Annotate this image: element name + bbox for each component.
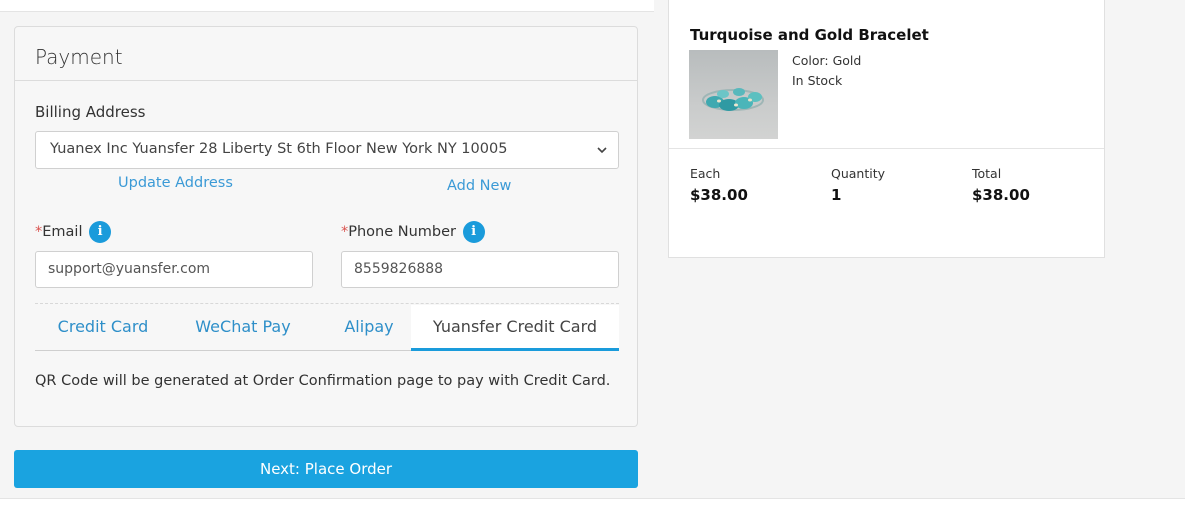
quantity-label: Quantity — [831, 166, 886, 181]
info-icon[interactable]: i — [89, 221, 112, 243]
update-address-link[interactable]: Update Address — [118, 175, 233, 191]
phone-field[interactable]: 8559826888 — [341, 251, 619, 288]
phone-label-text: Phone Number — [348, 224, 457, 240]
billing-address-select[interactable]: Yuanex Inc Yuansfer 28 Liberty St 6th Fl… — [35, 131, 619, 169]
product-name[interactable]: Turquoise and Gold Bracelet — [690, 26, 929, 44]
info-icon[interactable]: i — [462, 221, 485, 243]
product-image[interactable] — [689, 50, 778, 139]
quantity-value: 1 — [831, 186, 842, 204]
payment-card: Payment Billing Address Yuanex Inc Yuans… — [14, 26, 638, 427]
email-label: *Email i — [35, 221, 112, 243]
total-label: Total — [972, 166, 1002, 181]
order-summary-card: Turquoise and Gold Bracelet Color: Gold … — [668, 0, 1105, 258]
email-field[interactable]: support@yuansfer.com — [35, 251, 313, 288]
qr-code-note: QR Code will be generated at Order Confi… — [35, 373, 611, 389]
section-divider — [35, 303, 619, 304]
tab-alipay[interactable]: Alipay — [321, 305, 417, 351]
tab-yuansfer-credit-card[interactable]: Yuansfer Credit Card — [411, 305, 619, 351]
billing-address-value: Yuanex Inc Yuansfer 28 Liberty St 6th Fl… — [50, 141, 508, 157]
order-divider — [669, 148, 1104, 149]
payment-title: Payment — [35, 45, 123, 69]
bracelet-image — [702, 88, 764, 111]
phone-value: 8559826888 — [354, 261, 444, 277]
each-value: $38.00 — [690, 186, 748, 204]
phone-label: *Phone Number i — [341, 221, 485, 243]
add-new-address-link[interactable]: Add New — [447, 178, 511, 194]
tab-wechat-pay[interactable]: WeChat Pay — [185, 305, 301, 351]
next-place-order-button[interactable]: Next: Place Order — [14, 450, 638, 488]
each-label: Each — [690, 166, 721, 181]
chevron-down-icon — [597, 147, 607, 154]
email-value: support@yuansfer.com — [48, 261, 211, 277]
billing-address-label: Billing Address — [35, 103, 146, 121]
bottom-strip — [0, 498, 1185, 507]
payment-method-tabs: Credit Card WeChat Pay Alipay Yuansfer C… — [35, 305, 619, 351]
email-label-text: Email — [42, 224, 83, 240]
total-value: $38.00 — [972, 186, 1030, 204]
stock-status: In Stock — [792, 73, 843, 88]
product-color: Color: Gold — [792, 53, 862, 68]
tab-credit-card[interactable]: Credit Card — [35, 305, 171, 351]
payment-header: Payment — [15, 27, 637, 81]
